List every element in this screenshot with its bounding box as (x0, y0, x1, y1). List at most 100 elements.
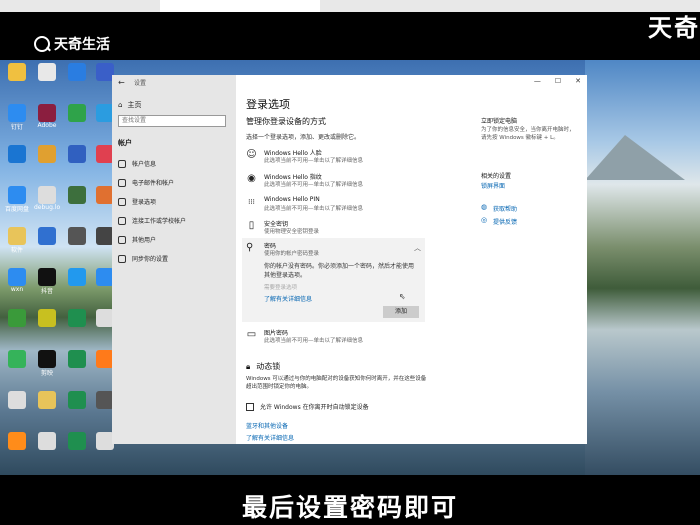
intro-text: 选择一个登录选项，添加、更改或删除它。 (246, 134, 361, 141)
desktop-icon[interactable] (34, 309, 60, 327)
learn-more-link[interactable]: 了解有关详细信息 (264, 294, 312, 303)
app-icon (38, 350, 56, 368)
desktop-icon-grid: 钉钉 Adobe 百度网盘 debug.log 软件 wxn 抖音剪映 (0, 60, 114, 475)
desktop-icon[interactable] (4, 432, 30, 450)
back-arrow-icon[interactable]: ← (118, 78, 125, 87)
nav-item-other-users[interactable]: 其他用户 (118, 235, 156, 244)
browser-tab[interactable] (160, 0, 320, 12)
lock-pc-text: 为了你的信息安全，当你离开电脑时，请先按 Windows 徽标键 + L。 (481, 127, 575, 141)
desktop-icon-label: 抖音 (40, 288, 53, 295)
sync-icon (118, 254, 126, 263)
people-icon (118, 235, 126, 244)
help-icon: ◍ (481, 203, 488, 211)
password-message: 你的帐户没有密码。你必须添加一个密码，然后才能使用其他登录选项。 (264, 263, 415, 279)
desktop-icon[interactable] (34, 63, 60, 81)
desktop-icon-label: 软件 (10, 247, 23, 254)
dynamic-lock-desc: Windows 可以通过与你的电脑配对的设备获知你何时离开，并在这些设备超出范围… (246, 376, 427, 390)
desktop-icon[interactable]: debug.log (34, 186, 60, 211)
desktop-icon[interactable]: wxn (4, 268, 30, 293)
nav-item-label: 登录选项 (132, 199, 157, 206)
desktop-icon[interactable] (34, 145, 60, 163)
desktop-icon[interactable]: 百度网盘 (4, 186, 30, 213)
desktop-icon-label: debug.log (34, 204, 60, 211)
desktop-icon[interactable] (64, 432, 90, 450)
option-subtitle: 此选项当前不可用—单击以了解详细信息 (264, 182, 364, 188)
desktop-icon[interactable] (34, 227, 60, 245)
minimize-icon[interactable]: — (534, 77, 541, 85)
nav-item-label: 其他用户 (132, 237, 157, 244)
app-icon (38, 309, 56, 327)
watermark-brand-text: 天奇生活 (54, 37, 110, 53)
lock-pc-title: 立即锁定电脑 (481, 118, 518, 125)
watermark-brand: 天奇生活 (34, 34, 110, 54)
app-icon (68, 186, 86, 204)
wallpaper-landscape (585, 60, 700, 475)
desktop-icon[interactable] (64, 227, 90, 245)
dynamic-lock-title: 动态锁 (256, 362, 281, 371)
app-icon (68, 145, 86, 163)
chevron-up-icon[interactable]: ︿ (414, 243, 421, 253)
app-title: 设置 (134, 80, 147, 87)
nav-home[interactable]: ⌂ 主页 (118, 100, 141, 110)
desktop-icon[interactable] (4, 350, 30, 368)
desktop-icon[interactable] (64, 145, 90, 163)
desktop-icon[interactable]: 剪映 (34, 350, 60, 377)
app-icon (8, 63, 26, 81)
desktop-icon[interactable]: Adobe (34, 104, 60, 129)
picture-icon: ▭ (246, 329, 257, 340)
desktop-icon[interactable] (4, 309, 30, 327)
app-icon (8, 145, 26, 163)
search-logo-icon (34, 36, 50, 52)
desktop-icon[interactable] (64, 309, 90, 327)
lock-icon: 🔒︎ (246, 361, 251, 371)
checkbox[interactable] (246, 402, 254, 411)
mail-icon (118, 178, 126, 187)
nav-item-account-info[interactable]: 帐户信息 (118, 159, 156, 168)
search-input[interactable]: 查找设置 (118, 115, 226, 127)
app-icon (68, 432, 86, 450)
subheading: 管理你登录设备的方式 (246, 117, 326, 126)
lock-screen-link[interactable]: 锁屏界面 (481, 181, 505, 190)
app-icon (38, 268, 56, 286)
app-icon (38, 432, 56, 450)
desktop-icon[interactable] (34, 432, 60, 450)
desktop-icon[interactable] (64, 268, 90, 286)
desktop-icon[interactable] (64, 350, 90, 368)
desktop-icon[interactable] (64, 63, 90, 81)
nav-item-work-school[interactable]: 连接工作或学校帐户 (118, 216, 186, 225)
home-icon: ⌂ (118, 101, 123, 109)
close-icon[interactable]: ✕ (575, 77, 581, 85)
app-icon (68, 104, 86, 122)
checkbox-label: 允许 Windows 在你离开时自动锁定设备 (260, 404, 369, 411)
app-icon (8, 309, 26, 327)
app-icon (38, 391, 56, 409)
nav-item-label: 帐户信息 (132, 161, 157, 168)
learn-more-link-2[interactable]: 了解有关详细信息 (246, 433, 294, 442)
desktop-icon[interactable]: 软件 (4, 227, 30, 254)
desktop-icon[interactable] (4, 391, 30, 409)
add-password-button[interactable]: 添加 (383, 306, 419, 318)
maximize-icon[interactable]: ☐ (555, 77, 561, 85)
nav-item-label: 同步你的设置 (132, 256, 169, 263)
desktop-icon[interactable] (64, 391, 90, 409)
nav-item-sign-in-options[interactable]: 登录选项 (118, 197, 156, 206)
app-icon (8, 268, 26, 286)
bluetooth-link[interactable]: 蓝牙和其他设备 (246, 421, 288, 430)
dynamic-lock-checkbox[interactable]: 允许 Windows 在你离开时自动锁定设备 (246, 402, 369, 411)
desktop-icon[interactable] (34, 391, 60, 409)
desktop-icon[interactable] (4, 145, 30, 163)
password-panel[interactable]: ⚲ 密码 使用你的帐户密码登录 ︿ 你的帐户没有密码。你必须添加一个密码，然后才… (242, 238, 425, 322)
settings-sidebar: ← 设置 ⌂ 主页 查找设置 帐户 帐户信息 电子邮件和帐户 登录选项 连接工作… (112, 75, 236, 444)
desktop-icon[interactable] (64, 186, 90, 204)
desktop-icon[interactable]: 钉钉 (4, 104, 30, 131)
nav-item-email-accounts[interactable]: 电子邮件和帐户 (118, 178, 174, 187)
feedback-link[interactable]: 提供反馈 (493, 217, 517, 226)
password-subtitle: 使用你的帐户密码登录 (264, 251, 320, 257)
app-icon (68, 63, 86, 81)
desktop-icon[interactable]: 抖音 (34, 268, 60, 295)
app-icon (68, 391, 86, 409)
desktop-icon[interactable] (64, 104, 90, 122)
get-help-link[interactable]: 获取帮助 (493, 204, 517, 213)
nav-item-sync[interactable]: 同步你的设置 (118, 254, 168, 263)
desktop-icon[interactable] (4, 63, 30, 81)
